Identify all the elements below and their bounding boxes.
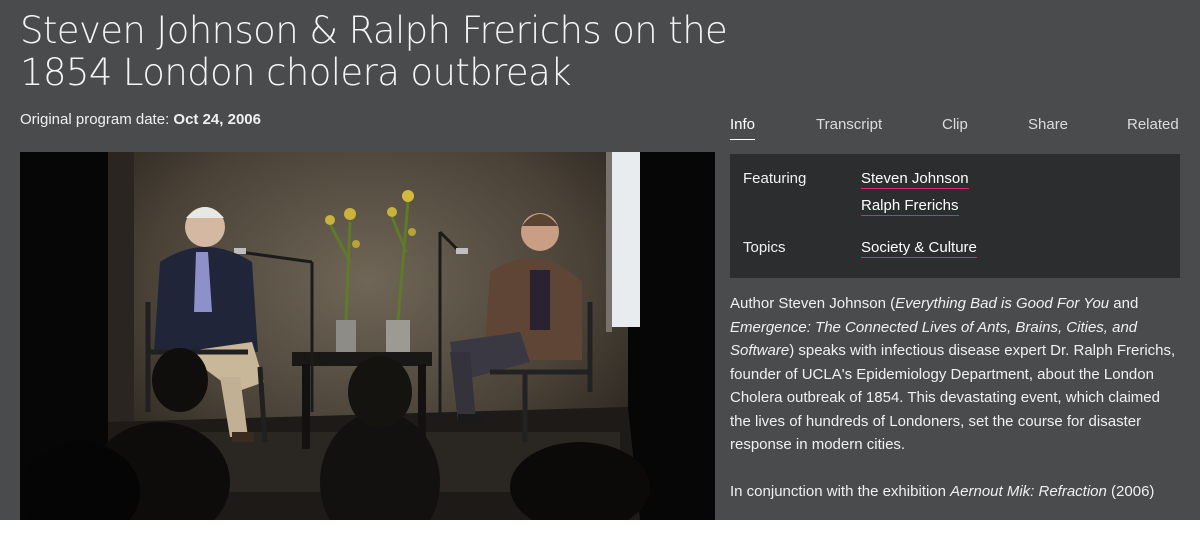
tab-related[interactable]: Related [1127,116,1179,139]
page-title: Steven Johnson & Ralph Frerichs on the 1… [20,9,728,94]
featuring-link-ralph-frerichs[interactable]: Ralph Frerichs [861,197,959,216]
description-text: Author Steven Johnson ( [730,295,896,312]
tab-bar: Info Transcript Clip Share Related [730,116,1180,146]
tab-transcript[interactable]: Transcript [816,116,882,139]
info-panel: Featuring Steven Johnson Ralph Frerichs … [730,154,1180,278]
topic-link-society-culture[interactable]: Society & Culture [861,239,977,258]
exhibition-note: In conjunction with the exhibition Aerno… [730,480,1180,504]
description-text: ) speaks with infectious disease expert … [730,342,1176,453]
tab-clip[interactable]: Clip [942,116,968,139]
program-page: Steven Johnson & Ralph Frerichs on the 1… [0,0,1200,520]
description-paragraph: Author Steven Johnson (Everything Bad is… [730,292,1180,457]
program-date: Original program date: Oct 24, 2006 [20,111,261,128]
exhibition-year: (2006) [1106,482,1155,500]
video-frame [20,152,715,520]
book-title-everything-bad: Everything Bad is Good For You [895,295,1110,312]
description-text: and [1109,295,1139,312]
program-date-value: Oct 24, 2006 [173,111,261,128]
tab-info[interactable]: Info [730,116,756,140]
program-date-label: Original program date: [20,111,170,128]
tab-share[interactable]: Share [1028,116,1068,139]
video-player[interactable] [20,152,715,520]
exhibition-text: In conjunction with the exhibition [730,482,951,500]
featuring-link-steven-johnson[interactable]: Steven Johnson [861,170,969,189]
program-description: Author Steven Johnson (Everything Bad is… [730,292,1180,503]
exhibition-title: Aernout Mik: Refraction [950,482,1107,500]
topics-label: Topics [743,239,786,256]
featuring-label: Featuring [743,170,807,187]
